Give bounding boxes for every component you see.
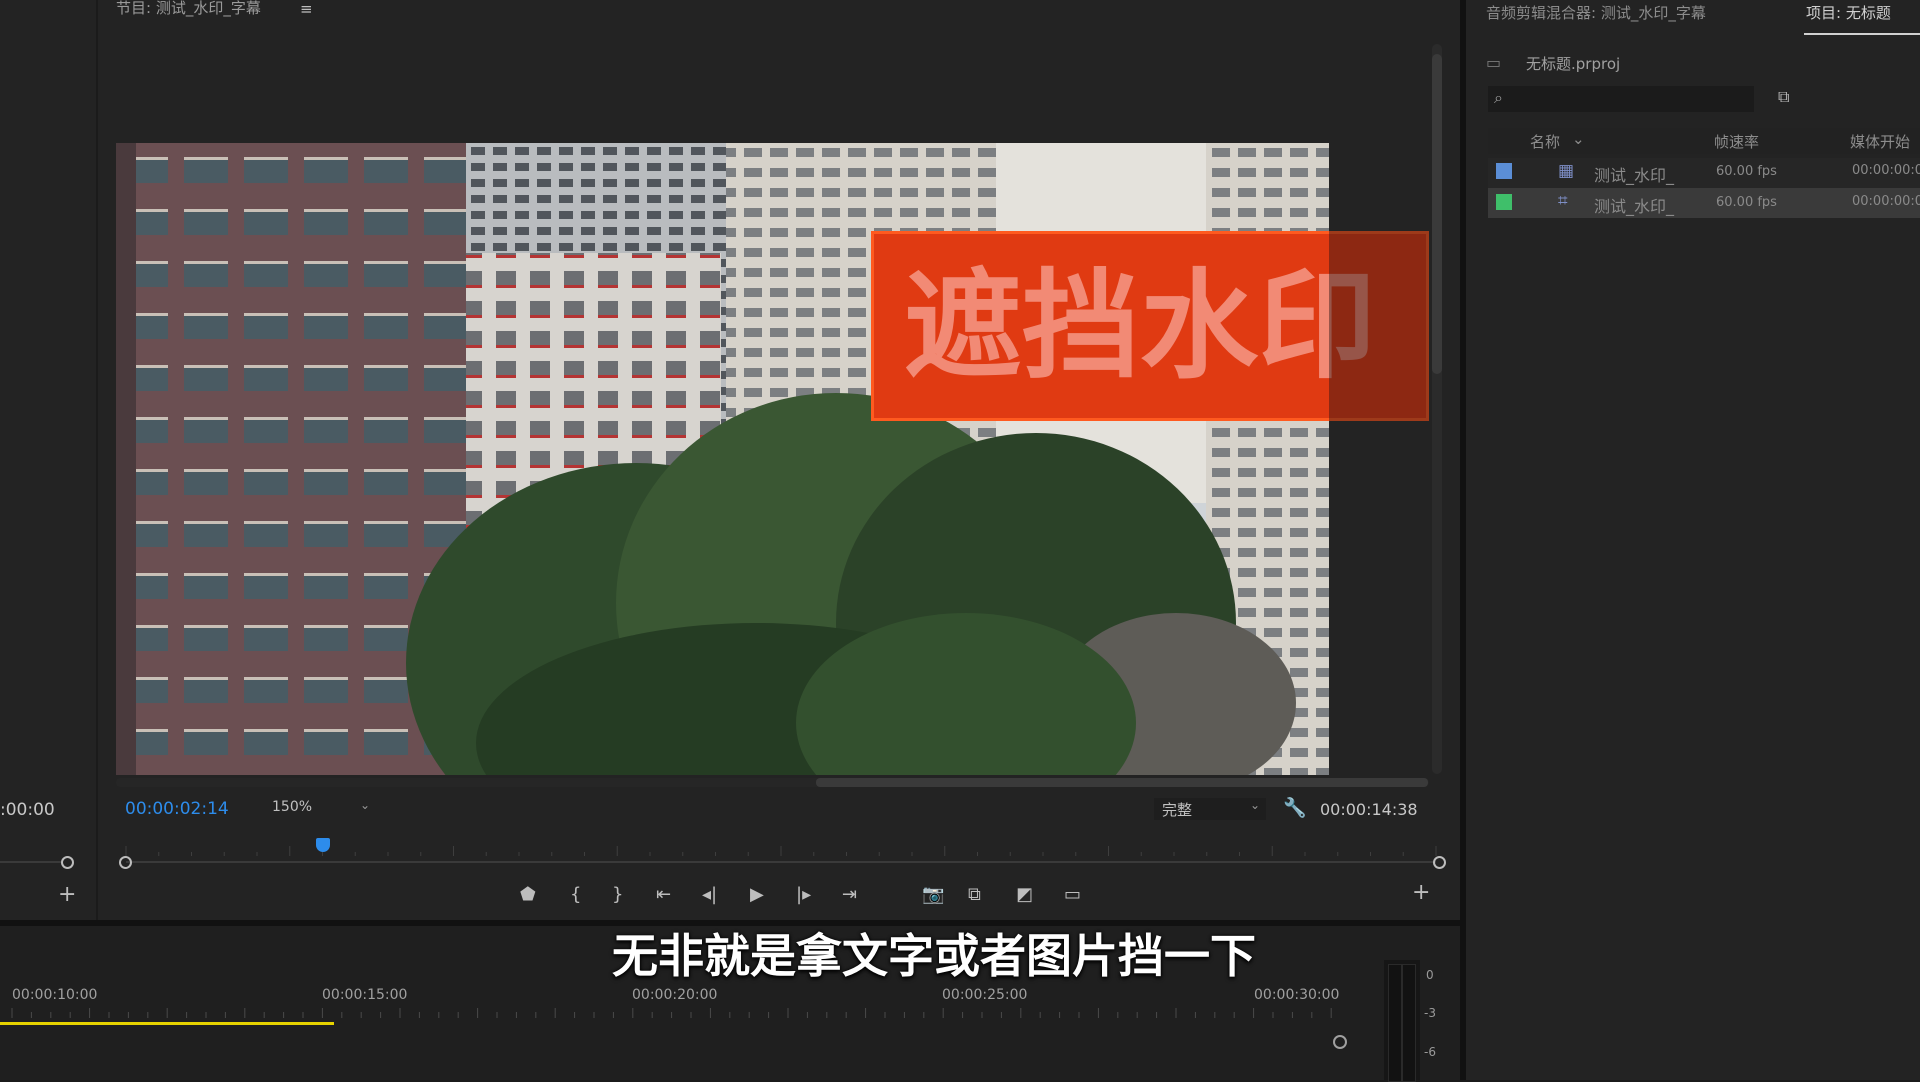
project-item-row[interactable]: ⌗ 测试_水印_ 60.00 fps 00:00:00:0 — [1488, 188, 1920, 218]
chevron-down-icon: ⌄ — [360, 798, 371, 812]
chevron-down-icon[interactable]: ⌄ — [1572, 130, 1585, 148]
source-monitor-panel — [0, 0, 96, 920]
mark-out-icon[interactable]: } — [612, 886, 623, 904]
program-current-timecode[interactable]: 00:00:02:14 — [125, 799, 229, 819]
source-range-end-handle[interactable] — [61, 856, 74, 869]
source-scrub-bar[interactable] — [0, 850, 74, 874]
export-frame-icon[interactable]: 📷 — [922, 886, 944, 904]
program-range-start-handle[interactable] — [119, 856, 132, 869]
active-tab-underline — [1804, 33, 1920, 35]
timeline-zoom-handle[interactable] — [1333, 1035, 1347, 1049]
item-name: 测试_水印_ — [1594, 197, 1675, 216]
zoom-value: 150% — [272, 799, 313, 815]
project-file-name: 无标题.prproj — [1526, 55, 1621, 73]
meter-scale-label: 0 — [1426, 968, 1434, 982]
work-area-bar[interactable] — [0, 1022, 334, 1025]
tab-audio-clip-mixer[interactable]: 音频剪辑混合器: 测试_水印_字幕 — [1486, 2, 1706, 23]
chevron-down-icon: ⌄ — [1250, 798, 1261, 812]
step-back-icon[interactable]: ◂| — [702, 886, 717, 904]
audio-meter — [1384, 960, 1420, 1082]
search-input[interactable]: ⌕ — [1488, 86, 1754, 112]
project-column-headers: 名称 ⌄ 帧速率 媒体开始 — [1488, 128, 1920, 154]
program-playhead[interactable] — [315, 838, 330, 852]
mark-in-icon[interactable]: { — [570, 886, 581, 904]
multicam-clip-icon: ⌗ — [1558, 191, 1568, 211]
go-to-in-icon[interactable]: ⇤ — [656, 886, 671, 904]
zoom-dropdown[interactable]: 150% ⌄ — [266, 798, 376, 820]
program-range-end-handle[interactable] — [1433, 856, 1446, 869]
tab-project[interactable]: 项目: 无标题 — [1806, 2, 1891, 23]
project-item-row[interactable]: ▦ 测试_水印_ 60.00 fps 00:00:00:0 — [1488, 158, 1920, 188]
new-search-bin-icon[interactable]: ⧉ — [1778, 88, 1789, 106]
wrench-icon[interactable]: 🔧 — [1283, 799, 1307, 818]
meter-scale-label: -3 — [1424, 1006, 1436, 1020]
source-add-button[interactable]: + — [58, 884, 76, 906]
play-icon[interactable]: ▶ — [750, 886, 764, 904]
item-media-start: 00:00:00:0 — [1852, 194, 1920, 209]
quality-dropdown[interactable]: 完整 ⌄ — [1154, 798, 1266, 820]
program-monitor-title[interactable]: 节目: 测试_水印_字幕 — [116, 0, 261, 18]
search-icon: ⌕ — [1494, 88, 1503, 107]
program-ruler — [125, 846, 1437, 863]
program-add-button[interactable]: + — [1412, 882, 1430, 904]
program-horizontal-scrollbar[interactable] — [116, 778, 1429, 787]
label-color-swatch — [1496, 194, 1512, 210]
safe-margins-icon[interactable]: ▭ — [1064, 886, 1081, 904]
timeline-ruler[interactable]: 00:00:10:00 00:00:15:00 00:00:20:00 00:0… — [0, 980, 1360, 1028]
timeline-ticks — [11, 1008, 1332, 1018]
folder-icon: ▭ — [1486, 53, 1502, 72]
column-media-start[interactable]: 媒体开始 — [1850, 131, 1910, 152]
overwrite-icon[interactable]: ◩ — [1016, 886, 1033, 904]
sequence-icon: ▦ — [1558, 161, 1575, 181]
program-vertical-scrollbar[interactable] — [1432, 44, 1442, 774]
hamburger-menu-icon[interactable]: ≡ — [300, 0, 313, 18]
meter-scale-label: -6 — [1424, 1045, 1436, 1059]
item-name: 测试_水印_ — [1594, 166, 1675, 185]
video-subtitle: 无非就是拿文字或者图片挡一下 — [612, 929, 1256, 983]
program-duration-timecode: 00:00:14:38 — [1320, 800, 1418, 819]
column-name[interactable]: 名称 — [1530, 131, 1560, 152]
step-forward-icon[interactable]: |▸ — [796, 886, 811, 904]
item-media-start: 00:00:00:0 — [1852, 163, 1920, 178]
quality-value: 完整 — [1162, 801, 1193, 819]
program-scrub-bar[interactable] — [116, 832, 1446, 869]
label-color-swatch — [1496, 163, 1512, 179]
marker-icon[interactable]: ⬟ — [520, 886, 536, 904]
watermark-cover-text: 遮挡水印 — [904, 257, 1377, 395]
go-to-out-icon[interactable]: ⇥ — [842, 886, 857, 904]
column-fps[interactable]: 帧速率 — [1714, 131, 1759, 152]
overlay-outside-frame-dim — [1329, 231, 1429, 421]
transport-controls: ⬟ { } ⇤ ◂| ▶ |▸ ⇥ 📷 ⧉ ◩ ▭ — [520, 884, 1100, 908]
source-timecode: :00:00 — [0, 800, 55, 820]
item-fps: 60.00 fps — [1716, 164, 1777, 179]
insert-icon[interactable]: ⧉ — [968, 886, 981, 904]
item-fps: 60.00 fps — [1716, 195, 1777, 210]
